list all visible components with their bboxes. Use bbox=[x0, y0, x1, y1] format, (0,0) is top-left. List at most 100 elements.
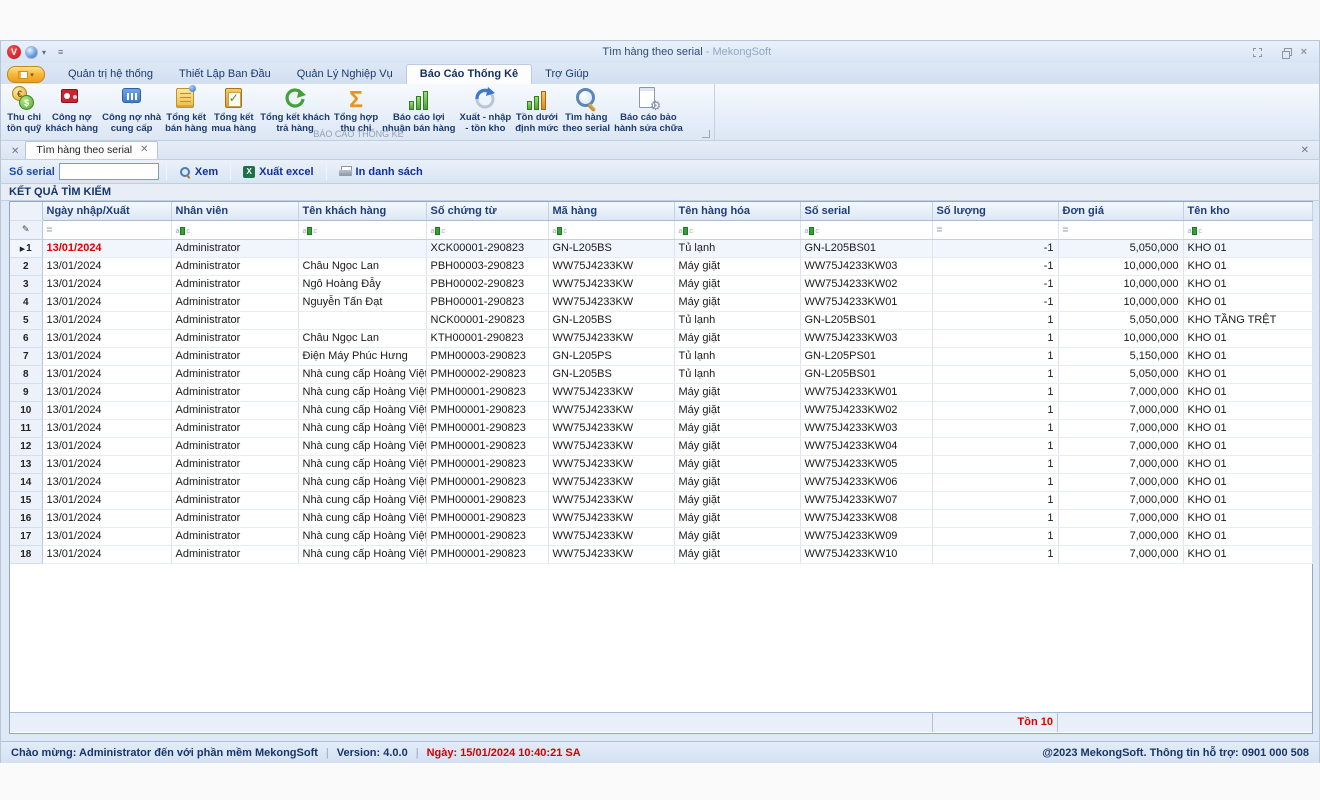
table-cell[interactable]: Máy giặt bbox=[674, 491, 800, 509]
table-cell[interactable]: Nhà cung cấp Hoàng Việt bbox=[298, 383, 426, 401]
user-sphere-icon[interactable] bbox=[25, 46, 38, 59]
table-cell[interactable]: Nhà cung cấp Hoàng Việt bbox=[298, 365, 426, 383]
table-cell[interactable]: 13/01/2024 bbox=[42, 455, 171, 473]
table-cell[interactable]: 1 bbox=[932, 437, 1058, 455]
table-cell[interactable]: Nhà cung cấp Hoàng Việt bbox=[298, 527, 426, 545]
ribbon-button-tim-hang-theo-serial[interactable]: Tìm hàng theo serial bbox=[561, 84, 613, 135]
table-cell[interactable]: KTH00001-290823 bbox=[426, 329, 548, 347]
row-number[interactable]: 8 bbox=[10, 365, 42, 383]
table-row[interactable]: 613/01/2024AdministratorChâu Ngọc LanKTH… bbox=[10, 329, 1312, 347]
table-cell[interactable]: 1 bbox=[932, 455, 1058, 473]
table-cell[interactable]: Nhà cung cấp Hoàng Việt bbox=[298, 509, 426, 527]
table-cell[interactable]: 13/01/2024 bbox=[42, 311, 171, 329]
close-icon[interactable]: ✕ bbox=[1301, 146, 1309, 156]
table-cell[interactable]: 5,050,000 bbox=[1058, 365, 1183, 383]
row-number[interactable]: 5 bbox=[10, 311, 42, 329]
table-cell[interactable]: WW75J4233KW bbox=[548, 419, 674, 437]
table-cell[interactable]: Máy giặt bbox=[674, 437, 800, 455]
row-number[interactable]: 10 bbox=[10, 401, 42, 419]
ribbon-button-thu-chi-ton-quy[interactable]: €$Thu chi tồn quỹ bbox=[5, 84, 43, 135]
column-header[interactable]: Ngày nhập/Xuất bbox=[42, 202, 171, 220]
table-row[interactable]: 1613/01/2024AdministratorNhà cung cấp Ho… bbox=[10, 509, 1312, 527]
table-cell[interactable]: GN-L205BS bbox=[548, 365, 674, 383]
table-cell[interactable]: 13/01/2024 bbox=[42, 473, 171, 491]
table-cell[interactable]: 5,050,000 bbox=[1058, 239, 1183, 257]
table-cell[interactable]: KHO 01 bbox=[1183, 257, 1312, 275]
table-cell[interactable]: 13/01/2024 bbox=[42, 257, 171, 275]
row-number[interactable]: 14 bbox=[10, 473, 42, 491]
table-row[interactable]: 713/01/2024AdministratorĐiện Máy Phúc Hư… bbox=[10, 347, 1312, 365]
contains-icon[interactable]: ac bbox=[1183, 220, 1312, 239]
column-header[interactable]: Số chứng từ bbox=[426, 202, 548, 220]
row-number[interactable]: 13 bbox=[10, 455, 42, 473]
table-cell[interactable]: KHO 01 bbox=[1183, 545, 1312, 563]
table-cell[interactable]: WW75J4233KW02 bbox=[800, 275, 932, 293]
table-cell[interactable]: PMH00002-290823 bbox=[426, 365, 548, 383]
table-cell[interactable]: 13/01/2024 bbox=[42, 527, 171, 545]
table-cell[interactable]: 1 bbox=[932, 545, 1058, 563]
table-cell[interactable]: 13/01/2024 bbox=[42, 401, 171, 419]
table-cell[interactable]: Administrator bbox=[171, 509, 298, 527]
close-tab-icon[interactable]: ✕ bbox=[140, 145, 148, 155]
table-cell[interactable]: Administrator bbox=[171, 329, 298, 347]
table-cell[interactable]: Tủ lạnh bbox=[674, 365, 800, 383]
table-cell[interactable]: Máy giặt bbox=[674, 293, 800, 311]
table-cell[interactable]: WW75J4233KW bbox=[548, 455, 674, 473]
table-row[interactable]: 813/01/2024AdministratorNhà cung cấp Hoà… bbox=[10, 365, 1312, 383]
table-cell[interactable]: Administrator bbox=[171, 257, 298, 275]
table-row[interactable]: 1413/01/2024AdministratorNhà cung cấp Ho… bbox=[10, 473, 1312, 491]
table-cell[interactable]: Tủ lạnh bbox=[674, 347, 800, 365]
table-cell[interactable]: Máy giặt bbox=[674, 275, 800, 293]
column-header[interactable]: Số lượng bbox=[932, 202, 1058, 220]
column-header[interactable]: Nhân viên bbox=[171, 202, 298, 220]
row-number[interactable]: 3 bbox=[10, 275, 42, 293]
column-header[interactable]: Số serial bbox=[800, 202, 932, 220]
close-icon[interactable]: × bbox=[1301, 47, 1307, 57]
ribbon-tab[interactable]: Quản Lý Nghiệp Vụ bbox=[284, 65, 406, 84]
table-cell[interactable]: 10,000,000 bbox=[1058, 275, 1183, 293]
column-header[interactable]: Tên hàng hóa bbox=[674, 202, 800, 220]
table-cell[interactable]: -1 bbox=[932, 239, 1058, 257]
table-row[interactable]: 913/01/2024AdministratorNhà cung cấp Hoà… bbox=[10, 383, 1312, 401]
table-cell[interactable]: 13/01/2024 bbox=[42, 365, 171, 383]
table-cell[interactable]: WW75J4233KW03 bbox=[800, 329, 932, 347]
table-cell[interactable]: -1 bbox=[932, 293, 1058, 311]
row-number[interactable]: 2 bbox=[10, 257, 42, 275]
table-cell[interactable]: Máy giặt bbox=[674, 545, 800, 563]
table-cell[interactable]: PBH00002-290823 bbox=[426, 275, 548, 293]
table-cell[interactable]: GN-L205BS01 bbox=[800, 239, 932, 257]
table-cell[interactable]: Tủ lạnh bbox=[674, 311, 800, 329]
ribbon-button-tong-hop-thu-chi[interactable]: ΣTổng hợp thu chi bbox=[332, 84, 380, 135]
ribbon-button-cong-no-khach-hang[interactable]: Công nợ khách hàng bbox=[43, 84, 100, 135]
table-cell[interactable]: Nhà cung cấp Hoàng Việt bbox=[298, 545, 426, 563]
table-cell[interactable]: KHO 01 bbox=[1183, 401, 1312, 419]
table-cell[interactable]: PMH00001-290823 bbox=[426, 527, 548, 545]
table-cell[interactable]: PMH00001-290823 bbox=[426, 455, 548, 473]
table-cell[interactable]: Administrator bbox=[171, 293, 298, 311]
table-cell[interactable]: KHO 01 bbox=[1183, 329, 1312, 347]
table-cell[interactable]: WW75J4233KW bbox=[548, 491, 674, 509]
table-cell[interactable]: Máy giặt bbox=[674, 509, 800, 527]
contains-icon[interactable]: ac bbox=[800, 220, 932, 239]
table-cell[interactable]: Châu Ngọc Lan bbox=[298, 257, 426, 275]
chevron-down-icon[interactable]: ▾ bbox=[42, 48, 46, 57]
table-cell[interactable]: WW75J4233KW09 bbox=[800, 527, 932, 545]
table-cell[interactable]: PBH00003-290823 bbox=[426, 257, 548, 275]
table-cell[interactable]: KHO 01 bbox=[1183, 419, 1312, 437]
table-cell[interactable]: Máy giặt bbox=[674, 401, 800, 419]
table-cell[interactable]: 7,000,000 bbox=[1058, 383, 1183, 401]
table-cell[interactable]: WW75J4233KW bbox=[548, 275, 674, 293]
table-cell[interactable]: 13/01/2024 bbox=[42, 545, 171, 563]
serial-input[interactable] bbox=[59, 163, 159, 180]
table-row[interactable]: 1813/01/2024AdministratorNhà cung cấp Ho… bbox=[10, 545, 1312, 563]
ribbon-button-tong-ket-khach-tra-hang[interactable]: Tổng kết khách trả hàng bbox=[258, 84, 332, 135]
table-cell[interactable]: KHO TẦNG TRỆT bbox=[1183, 311, 1312, 329]
table-cell[interactable]: WW75J4233KW03 bbox=[800, 419, 932, 437]
table-cell[interactable]: Nguyễn Tấn Đạt bbox=[298, 293, 426, 311]
view-button[interactable]: Xem bbox=[174, 164, 223, 180]
table-cell[interactable]: XCK00001-290823 bbox=[426, 239, 548, 257]
row-number[interactable]: 18 bbox=[10, 545, 42, 563]
table-cell[interactable]: WW75J4233KW bbox=[548, 473, 674, 491]
table-cell[interactable]: 1 bbox=[932, 383, 1058, 401]
table-cell[interactable]: 10,000,000 bbox=[1058, 257, 1183, 275]
